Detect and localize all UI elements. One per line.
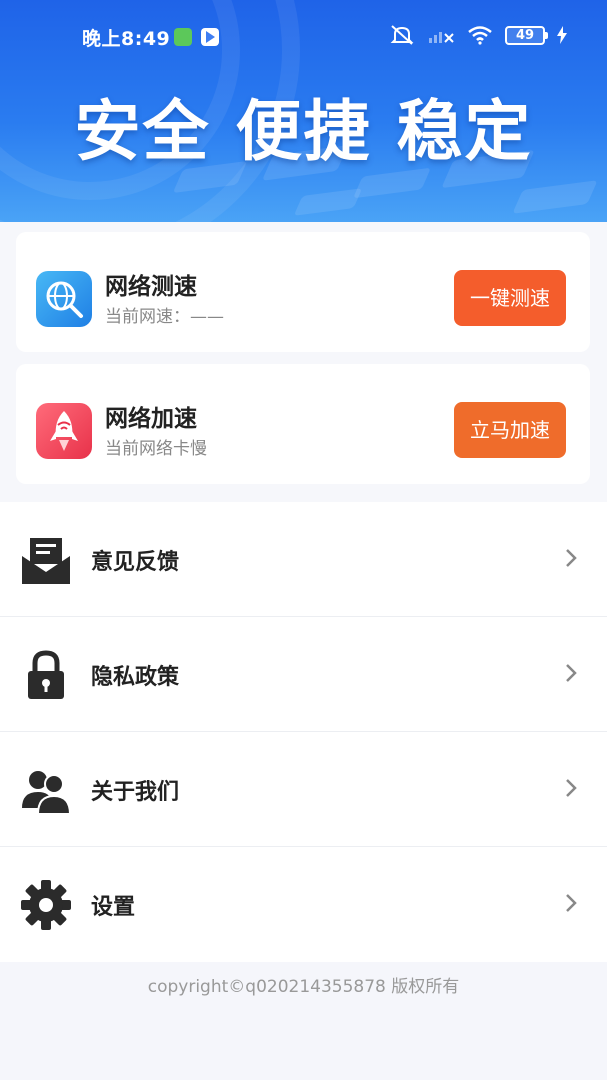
menu-item-feedback[interactable]: 意见反馈 <box>0 502 607 617</box>
charging-icon <box>557 26 567 44</box>
menu-label-privacy: 隐私政策 <box>91 665 180 690</box>
chevron-right-icon <box>566 779 577 797</box>
mute-icon <box>390 25 414 45</box>
banner-decoration <box>293 188 363 216</box>
menu-list: 意见反馈 隐私政策 关于我们 设置 <box>0 502 607 962</box>
app-notification-icon <box>174 28 192 46</box>
users-icon <box>22 771 72 815</box>
speed-test-button[interactable]: 一键测速 <box>454 270 566 326</box>
accelerate-card: 网络加速 当前网络卡慢 立马加速 <box>16 364 590 484</box>
globe-search-icon <box>36 271 92 327</box>
menu-item-settings[interactable]: 设置 <box>0 847 607 962</box>
speed-test-title: 网络测速 <box>105 274 197 300</box>
status-indicators: 49 <box>389 24 567 46</box>
chevron-right-icon <box>566 664 577 682</box>
speed-test-card: 网络测速 当前网速：—— 一键测速 <box>16 232 590 352</box>
header-banner: 晚上8:49 49 安全 便捷 稳定 <box>0 0 607 222</box>
menu-label-about: 关于我们 <box>91 780 180 805</box>
rocket-icon <box>36 403 92 459</box>
chevron-right-icon <box>566 894 577 912</box>
menu-item-about[interactable]: 关于我们 <box>0 732 607 847</box>
speed-test-subtitle: 当前网速：—— <box>105 307 224 327</box>
menu-label-settings: 设置 <box>91 895 136 920</box>
lock-icon <box>28 650 64 699</box>
play-store-icon <box>201 28 219 46</box>
wifi-icon <box>468 26 492 45</box>
signal-icon <box>429 32 454 43</box>
copyright-footer: copyright©q020214355878 版权所有 <box>147 977 460 997</box>
menu-item-privacy[interactable]: 隐私政策 <box>0 617 607 732</box>
accelerate-button[interactable]: 立马加速 <box>454 402 566 458</box>
battery-indicator: 49 <box>505 25 548 45</box>
status-time: 晚上8:49 <box>82 28 171 50</box>
banner-decoration <box>512 180 598 214</box>
feedback-mail-icon <box>22 538 70 584</box>
feature-cards: 网络测速 当前网速：—— 一键测速 网络加速 当前网络卡慢 立马加速 <box>0 222 607 502</box>
menu-label-feedback: 意见反馈 <box>91 550 180 575</box>
chevron-right-icon <box>566 549 577 567</box>
banner-slogan: 安全 便捷 稳定 <box>74 93 533 170</box>
accelerate-title: 网络加速 <box>105 406 197 432</box>
gear-icon <box>21 880 71 930</box>
status-bar: 晚上8:49 49 <box>0 20 607 52</box>
accelerate-subtitle: 当前网络卡慢 <box>105 439 207 459</box>
